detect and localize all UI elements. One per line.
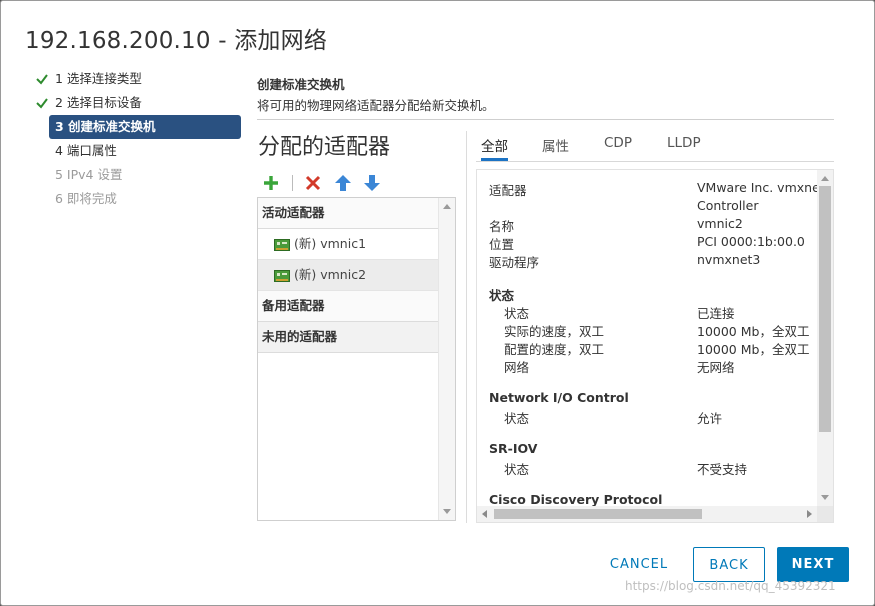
panel-divider [466,131,467,523]
scroll-thumb[interactable] [819,186,831,432]
adapter-list-scrollbar[interactable] [438,198,455,520]
tab-properties[interactable]: 属性 [542,135,569,161]
section-description: 将可用的物理网络适配器分配给新交换机。 [257,98,495,113]
step-label: 1 选择连接类型 [55,71,142,86]
arrow-down-icon[interactable] [362,173,382,193]
nic-label: (新) vmnic1 [294,236,367,251]
next-button[interactable]: NEXT [777,547,849,582]
adapter-list: 活动适配器 (新) vmnic1 (新) vmnic2 备用适配器 未用的适配器 [257,197,456,521]
cancel-button[interactable]: CANCEL [601,547,677,582]
back-button[interactable]: BACK [693,547,765,582]
details-horizontal-scrollbar[interactable] [477,506,817,522]
scroll-right-icon[interactable] [807,510,812,518]
scroll-up-icon[interactable] [821,176,829,181]
list-item-vmnic1[interactable]: (新) vmnic1 [258,229,439,260]
step-4[interactable]: 4 端口属性 [31,139,241,163]
value-driver: nvmxnet3 [697,252,761,267]
step-label: 4 端口属性 [55,143,117,158]
plus-icon[interactable] [261,173,281,193]
value-status: 已连接 [697,306,735,321]
x-icon[interactable] [303,173,323,193]
sriov-heading-text: SR-IOV [489,441,538,456]
step-label: 3 创建标准交换机 [55,119,156,134]
list-item-vmnic2[interactable]: (新) vmnic2 [258,260,439,291]
step-1[interactable]: 1 选择连接类型 [31,67,241,91]
group-active-adapters[interactable]: 活动适配器 [258,198,439,229]
adapter-details: 适配器 VMware Inc. vmxnet Controller 名称 vmn… [476,169,834,523]
step-label: 2 选择目标设备 [55,95,142,110]
arrow-up-icon[interactable] [333,173,353,193]
label-actual-speed: 实际的速度，双工 [504,324,605,339]
value-config-speed: 10000 Mb，全双工 [697,342,810,357]
dialog-title: 192.168.200.10 - 添加网络 [25,28,328,54]
label-location: 位置 [489,237,515,252]
nic-label: (新) vmnic2 [294,267,367,282]
scrollbar-corner [817,506,833,522]
cdp-heading-text: Cisco Discovery Protocol [489,492,663,506]
value-adapter-2: Controller [697,198,759,213]
step-2[interactable]: 2 选择目标设备 [31,91,241,115]
step-3[interactable]: 3 创建标准交换机 [49,115,241,139]
label-status: 状态 [504,306,530,321]
label-network: 网络 [504,360,530,375]
scroll-thumb[interactable] [494,509,702,519]
section-heading: 创建标准交换机 [257,77,345,92]
wizard-steps: 1 选择连接类型 2 选择目标设备 3 创建标准交换机 4 端口属性 5 IPv… [31,67,241,211]
check-icon [36,98,48,109]
value-nioc-status: 允许 [697,411,723,426]
tab-lldp[interactable]: LLDP [667,135,701,161]
step-label: 6 即将完成 [55,191,117,206]
label-name: 名称 [489,219,515,234]
detail-tabs: 全部 属性 CDP LLDP [476,129,834,162]
tab-all[interactable]: 全部 [481,135,508,161]
status-heading-text: 状态 [489,288,515,303]
adapter-details-content: 适配器 VMware Inc. vmxnet Controller 名称 vmn… [477,170,817,506]
adapter-list-items: 活动适配器 (新) vmnic1 (新) vmnic2 备用适配器 未用的适配器 [258,198,439,353]
details-vertical-scrollbar[interactable] [817,170,833,506]
add-network-dialog: 192.168.200.10 - 添加网络 1 选择连接类型 2 选择目标设备 … [0,0,875,606]
toolbar-separator [292,175,293,191]
label-adapter: 适配器 [489,183,527,198]
scroll-down-icon[interactable] [443,509,451,514]
step-5: 5 IPv4 设置 [31,163,241,187]
step-6: 6 即将完成 [31,187,241,211]
value-location: PCI 0000:1b:00.0 [697,234,805,249]
tab-cdp[interactable]: CDP [604,135,632,161]
assigned-adapters-title: 分配的适配器 [258,135,391,160]
value-adapter: VMware Inc. vmxnet [697,180,817,195]
check-icon [36,74,48,85]
label-config-speed: 配置的速度，双工 [504,342,605,357]
step-label: 5 IPv4 设置 [55,167,123,182]
scroll-down-icon[interactable] [821,495,829,500]
scroll-left-icon[interactable] [482,510,487,518]
value-actual-speed: 10000 Mb，全双工 [697,324,810,339]
group-standby-adapters[interactable]: 备用适配器 [258,291,439,322]
divider [257,119,834,120]
watermark: https://blog.csdn.net/qq_45392321 [625,579,836,593]
group-unused-adapters[interactable]: 未用的适配器 [258,322,439,353]
value-name: vmnic2 [697,216,743,231]
scroll-up-icon[interactable] [443,204,451,209]
value-network: 无网络 [697,360,735,375]
label-nioc-status: 状态 [504,411,530,426]
nioc-heading-text: Network I/O Control [489,390,629,405]
label-driver: 驱动程序 [489,255,540,270]
label-sriov-status: 状态 [504,462,530,477]
value-sriov-status: 不受支持 [697,462,748,477]
nic-icon [274,269,290,282]
nic-icon [274,238,290,251]
